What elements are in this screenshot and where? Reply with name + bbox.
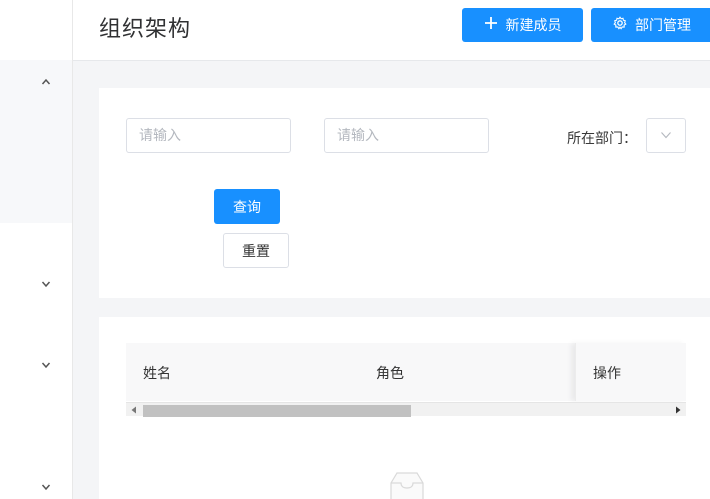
column-header-name: 姓名	[143, 366, 171, 382]
chevron-down-icon[interactable]	[39, 480, 53, 494]
reset-button[interactable]: 重置	[223, 233, 289, 268]
gear-icon	[613, 16, 627, 34]
fixed-column-header: 操作	[575, 343, 686, 401]
chevron-down-icon[interactable]	[39, 277, 53, 291]
chevron-down-icon[interactable]	[39, 358, 53, 372]
plus-icon	[484, 16, 498, 34]
mouse-cursor-icon	[626, 493, 634, 499]
dept-manage-label: 部门管理	[635, 18, 691, 34]
scroll-left-arrow-icon[interactable]	[130, 406, 138, 414]
horizontal-scrollbar[interactable]	[126, 402, 686, 417]
new-member-label: 新建成员	[505, 18, 562, 34]
sidebar-active-group	[0, 60, 72, 223]
dept-select[interactable]	[646, 118, 686, 153]
new-member-button[interactable]: 新建成员	[462, 8, 583, 42]
dept-manage-button[interactable]: 部门管理	[591, 8, 710, 42]
column-header-actions: 操作	[593, 366, 621, 382]
chevron-up-icon[interactable]	[39, 75, 53, 89]
chevron-down-icon	[660, 126, 672, 145]
sidebar	[0, 0, 73, 499]
dept-label: 所在部门：	[567, 131, 637, 147]
empty-inbox-icon	[381, 470, 433, 499]
keyword-input[interactable]	[324, 118, 489, 153]
filter-panel: 所在部门： 查询 重置	[99, 88, 710, 298]
scroll-right-arrow-icon[interactable]	[674, 406, 682, 414]
page-header: 组织架构 新建成员 部门管理	[73, 0, 710, 61]
scrollbar-thumb[interactable]	[143, 405, 411, 417]
table-header: 姓名 角色 操作	[126, 343, 686, 401]
query-button[interactable]: 查询	[214, 189, 280, 224]
name-input[interactable]	[126, 118, 291, 153]
column-header-role: 角色	[376, 366, 404, 382]
page-title: 组织架构	[99, 17, 192, 42]
member-table-panel: 姓名 角色 操作	[99, 317, 710, 499]
